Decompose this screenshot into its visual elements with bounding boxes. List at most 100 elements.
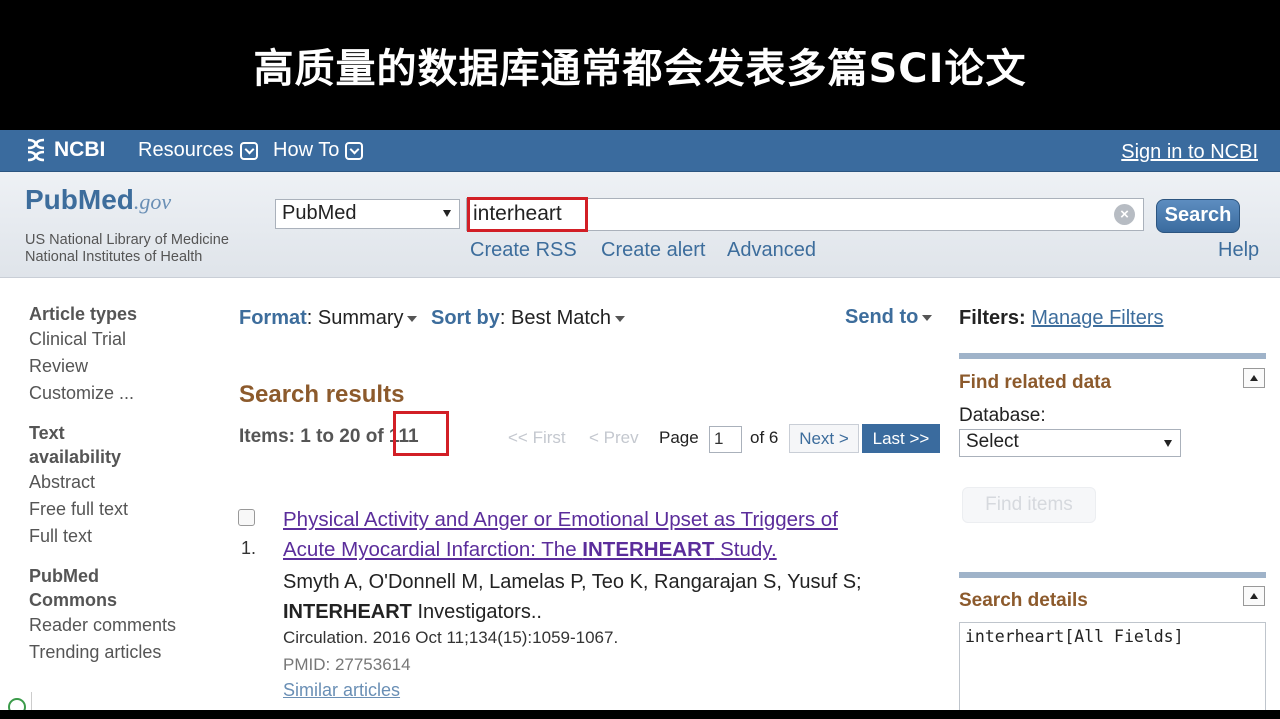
pubmed-commons-heading-2: Commons [29, 590, 118, 610]
create-rss-link[interactable]: Create RSS [470, 239, 577, 262]
result-number: 1. [241, 538, 257, 558]
result-authors: Smyth A, O'Donnell M, Lamelas P, Teo K, … [283, 567, 948, 627]
sidebar-item-reader-comments[interactable]: Reader comments [29, 612, 229, 639]
format-label: Format [239, 307, 307, 329]
result-title-line2-pre: Acute Myocardial Infarction: The [283, 538, 583, 561]
sort-label: Sort by [431, 307, 500, 329]
collapse-details-icon[interactable] [1243, 586, 1265, 606]
search-input[interactable]: interheart [466, 198, 1144, 231]
resources-menu[interactable]: Resources [138, 139, 258, 162]
create-alert-link[interactable]: Create alert [601, 239, 706, 262]
clear-search-icon[interactable]: × [1114, 204, 1135, 225]
sidebar-item-free-full-text[interactable]: Free full text [29, 496, 229, 523]
pager-page-label: Page [659, 428, 699, 447]
result-authors-line1: Smyth A, O'Donnell M, Lamelas P, Teo K, … [283, 571, 862, 593]
library-line-1: US National Library of Medicine [25, 232, 229, 248]
result-pmid: PMID: 27753614 [283, 655, 411, 674]
related-database-select[interactable]: Select [959, 429, 1181, 457]
result-title-line1: Physical Activity and Anger or Emotional… [283, 508, 838, 531]
related-data-bar [959, 353, 1266, 359]
search-details-bar [959, 572, 1266, 578]
pubmed-logo[interactable]: PubMed.gov [25, 184, 171, 216]
sidebar-item-full-text[interactable]: Full text [29, 523, 229, 550]
sort-value: : Best Match [499, 307, 612, 329]
items-count: Items: 1 to 20 of 111 [239, 426, 419, 448]
library-line-2: National Institutes of Health [25, 249, 203, 265]
search-button[interactable]: Search [1156, 199, 1240, 233]
caret-down-icon [922, 314, 933, 321]
corner-status-icon [0, 692, 32, 716]
items-prefix: Items: 1 to 20 of [239, 426, 389, 447]
caret-down-icon [615, 315, 626, 322]
collapse-related-icon[interactable] [1243, 368, 1265, 388]
pubmed-logo-gov: .gov [133, 189, 172, 214]
pager-first[interactable]: << First [508, 428, 566, 448]
sort-control[interactable]: Sort by: Best Match [431, 307, 626, 330]
manage-filters-link[interactable]: Manage Filters [1031, 307, 1163, 329]
result-title-line2-post: Study. [714, 538, 777, 561]
pubmed-commons-heading-1: PubMed [29, 566, 99, 586]
filters-header: Filters: Manage Filters [959, 307, 1164, 330]
result-checkbox[interactable] [238, 509, 255, 526]
format-value: : Summary [306, 307, 404, 329]
sidebar-item-trending-articles[interactable]: Trending articles [29, 639, 229, 666]
chevron-down-icon [239, 141, 258, 160]
database-select-value: PubMed [282, 202, 357, 224]
pager-of-total: of 6 [750, 428, 779, 447]
filters-label: Filters: [959, 307, 1026, 329]
article-types-heading: Article types [29, 304, 138, 324]
count-highlight-box [393, 411, 449, 456]
slide-bottom-edge [0, 710, 1280, 719]
result-journal: Circulation. 2016 Oct 11;134(15):1059-10… [283, 628, 619, 647]
chevron-down-icon [345, 141, 364, 160]
find-items-button[interactable]: Find items [962, 487, 1096, 523]
dropdown-arrow-icon [443, 210, 451, 217]
pubmed-screenshot: NCBI Resources How To Sign in to NCBI Pu… [0, 130, 1280, 710]
slide-title: 高质量的数据库通常都会发表多篇SCI论文 [253, 46, 1027, 92]
pager-prev[interactable]: < Prev [589, 428, 639, 448]
page-number-value: 1 [714, 429, 724, 448]
howto-menu[interactable]: How To [273, 139, 364, 162]
sidebar-item-abstract[interactable]: Abstract [29, 469, 229, 496]
ncbi-logo-text: NCBI [54, 138, 106, 161]
pager-next-button[interactable]: Next > [789, 424, 859, 453]
ncbi-top-bar: NCBI Resources How To Sign in to NCBI [0, 130, 1280, 172]
howto-label: How To [273, 139, 340, 161]
resources-label: Resources [138, 139, 234, 161]
page-number-input[interactable]: 1 [709, 426, 742, 453]
advanced-search-link[interactable]: Advanced [727, 239, 816, 262]
results-title: Search results [239, 381, 405, 408]
text-availability-heading-2: availability [29, 447, 122, 467]
help-link[interactable]: Help [1218, 239, 1259, 262]
pager-last-button[interactable]: Last >> [862, 424, 940, 453]
sidebar-item-customize[interactable]: Customize ... [29, 380, 229, 407]
database-label: Database: [959, 405, 1046, 426]
text-availability-heading-1: Text [29, 423, 65, 443]
send-to-control[interactable]: Send to [845, 306, 933, 329]
database-select[interactable]: PubMed [275, 199, 460, 229]
filter-sidebar: Article types Clinical Trial Review Cust… [29, 302, 229, 666]
signin-link[interactable]: Sign in to NCBI [1121, 141, 1258, 164]
caret-down-icon [407, 315, 418, 322]
sidebar-item-review[interactable]: Review [29, 353, 229, 380]
result-authors-line2: Investigators.. [411, 601, 542, 623]
search-header: PubMed.gov US National Library of Medici… [0, 172, 1280, 278]
related-database-value: Select [966, 431, 1019, 452]
search-input-value: interheart [473, 202, 562, 225]
search-details-heading: Search details [959, 590, 1088, 611]
pubmed-logo-pub: Pub [25, 184, 78, 215]
search-details-textarea[interactable]: interheart[All Fields] [959, 622, 1266, 710]
dropdown-arrow-icon [1164, 440, 1172, 447]
ncbi-logo[interactable]: NCBI [24, 137, 105, 163]
ncbi-helix-icon [27, 138, 45, 162]
related-data-heading: Find related data [959, 372, 1112, 393]
similar-articles-link[interactable]: Similar articles [283, 680, 400, 701]
format-control[interactable]: Format: Summary [239, 307, 418, 330]
result-title-link[interactable]: Physical Activity and Anger or Emotional… [283, 505, 943, 565]
pubmed-logo-med: Med [77, 184, 134, 215]
slide-banner: 高质量的数据库通常都会发表多篇SCI论文 [0, 0, 1280, 130]
sidebar-item-clinical-trial[interactable]: Clinical Trial [29, 326, 229, 353]
result-authors-bold: INTERHEART [283, 601, 412, 623]
send-to-label: Send to [845, 306, 919, 328]
result-title-line2-bold: INTERHEART [582, 538, 715, 561]
